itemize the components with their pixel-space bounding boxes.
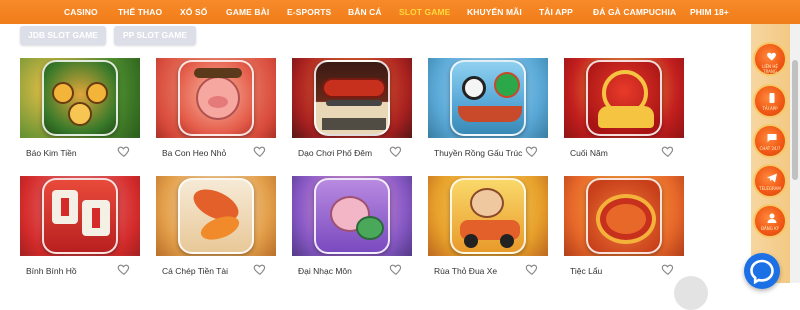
scrollbar-thumb[interactable] [792,60,798,180]
chat-icon [767,134,777,142]
race-car-icon [450,178,526,254]
nav-item-phim-18[interactable]: PHIM 18+ [690,0,729,24]
messenger-chat-button[interactable] [744,253,780,289]
game-name: Thuyền Rồng Gấu Trúc [434,148,523,158]
nav-item-da-ga-campuchia[interactable]: ĐÁ GÀ CAMPUCHIA [593,0,676,24]
game-thumbnail[interactable] [428,176,548,256]
nav-item-xo-so[interactable]: XỔ SỐ [180,0,207,24]
heart-icon[interactable] [117,262,131,276]
hot-pot-icon [586,178,662,254]
sidebar-button-contact[interactable]: LIÊN HỆ TRANG [753,42,787,76]
nav-item-tai-app[interactable]: TẢI APP [539,0,573,24]
heart-icon[interactable] [661,144,675,158]
sausage-icon [314,60,390,136]
leopard-icon [42,60,118,136]
mahjong-tile-icon [42,178,118,254]
game-name: Cuối Năm [570,148,608,158]
game-thumbnail[interactable] [156,58,276,138]
game-name: Cá Chép Tiền Tài [162,266,228,276]
filter-jdb-slot-button[interactable]: JDB SLOT GAME [20,26,106,45]
heart-icon[interactable] [389,262,403,276]
game-name: Báo Kim Tiền [26,148,77,158]
game-name: Rùa Thỏ Đua Xe [434,266,498,276]
heart-icon[interactable] [117,144,131,158]
heart-icon[interactable] [389,144,403,158]
heart-icon[interactable] [525,262,539,276]
nav-item-e-sports[interactable]: E-SPORTS [287,0,331,24]
game-name: Bính Bính Hồ [26,266,77,276]
sidebar-button-register[interactable]: ĐĂNG KÝ [753,204,787,238]
heart-icon[interactable] [661,262,675,276]
user-icon [767,213,777,223]
sidebar-button-chat[interactable]: CHAT 24/7 [753,124,787,158]
game-thumbnail[interactable] [156,176,276,256]
sidebar-button-label: LIÊN HỆ TRANG [762,64,778,74]
game-thumbnail[interactable] [564,176,684,256]
game-thumbnail[interactable] [564,58,684,138]
pig-icon [178,60,254,136]
game-name: Đại Nhạc Môn [298,266,352,276]
sidebar-button-label: CHAT 24/7 [759,146,781,151]
sidebar-button-app[interactable]: TẢI APP [753,84,787,118]
koi-fish-icon [178,178,254,254]
heart-icon[interactable] [253,144,267,158]
nav-item-ban-ca[interactable]: BẮN CÁ [348,0,382,24]
nav-item-casino[interactable]: CASINO [64,0,98,24]
sidebar-button-label: TELEGRAM [759,186,781,191]
messenger-icon [750,259,774,285]
nav-item-game-bai[interactable]: GAME BÀI [226,0,269,24]
scroll-top-button[interactable] [674,276,708,310]
heart-chat-icon [767,52,776,61]
panda-dragon-boat-icon [450,60,526,136]
main-nav: CASINO THỂ THAO XỔ SỐ GAME BÀI E-SPORTS … [0,0,800,24]
gold-ingot-icon [586,60,662,136]
game-thumbnail[interactable] [428,58,548,138]
frog-icon [314,178,390,254]
nav-item-the-thao[interactable]: THỂ THAO [118,0,162,24]
game-thumbnail[interactable] [20,176,140,256]
heart-icon[interactable] [253,262,267,276]
game-thumbnail[interactable] [20,58,140,138]
game-name: Dạo Chơi Phố Đêm [298,148,373,158]
phone-icon [769,93,775,103]
game-thumbnail[interactable] [292,176,412,256]
sidebar-button-label: ĐĂNG KÝ [760,226,780,231]
game-name: Tiệc Lẩu [570,266,603,276]
filter-pp-slot-button[interactable]: PP SLOT GAME [114,26,196,45]
nav-item-slot-game[interactable]: SLOT GAME [399,0,450,24]
heart-icon[interactable] [525,144,539,158]
game-name: Ba Con Heo Nhỏ [162,148,227,158]
nav-item-khuyen-mai[interactable]: KHUYẾN MÃI [467,0,522,24]
sidebar-button-label: TẢI APP [762,106,778,111]
game-thumbnail[interactable] [292,58,412,138]
telegram-icon [767,173,777,183]
sidebar-button-telegram[interactable]: TELEGRAM [753,164,787,198]
